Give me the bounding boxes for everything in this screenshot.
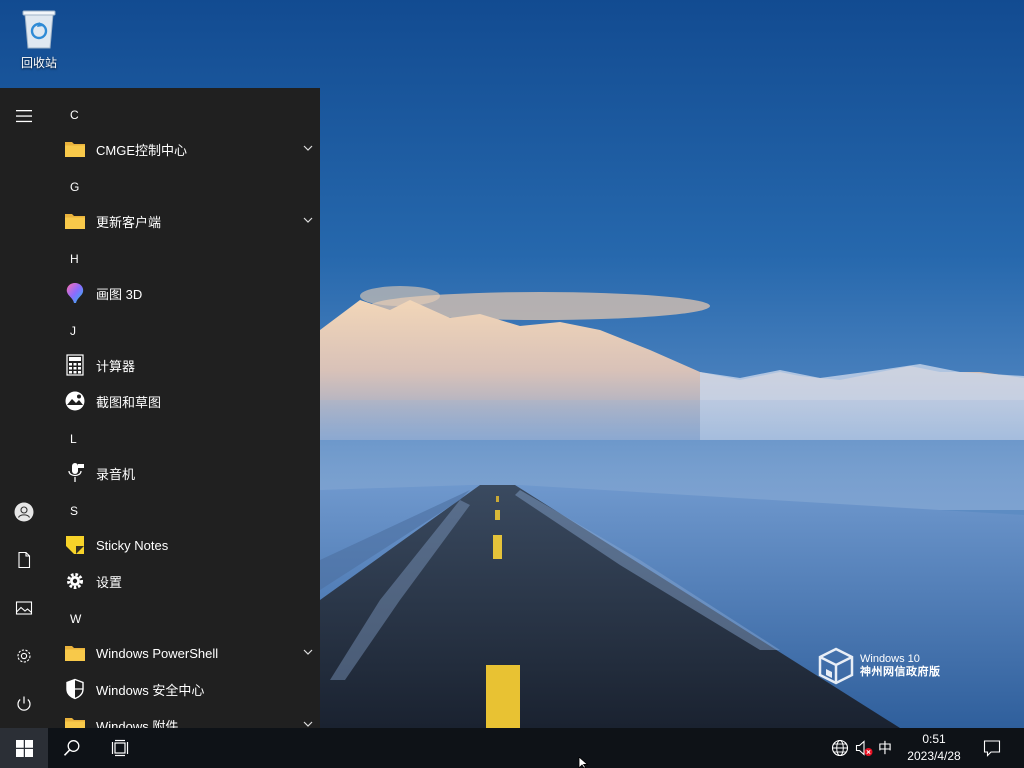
start-menu-rail xyxy=(0,88,48,728)
action-center-button[interactable] xyxy=(976,728,1008,768)
chevron-down-icon[interactable] xyxy=(302,718,314,728)
shield-icon xyxy=(64,678,86,700)
start-menu: C CMGE控制中心 G 更新客户端 H 画图 3D J 计算器 截图和草图 L… xyxy=(0,88,320,728)
app-list[interactable]: C CMGE控制中心 G 更新客户端 H 画图 3D J 计算器 截图和草图 L… xyxy=(48,88,320,728)
app-item-cmge-control-center[interactable]: CMGE控制中心 xyxy=(64,133,314,165)
app-item-label: 画图 3D xyxy=(96,286,143,302)
app-item-windows-powershell[interactable]: Windows PowerShell xyxy=(64,637,314,669)
clock[interactable]: 0:51 2023/4/28 xyxy=(898,731,970,765)
expand-menu-button[interactable] xyxy=(0,92,48,140)
chevron-down-icon[interactable] xyxy=(302,142,314,154)
voice-recorder-icon xyxy=(64,462,86,484)
app-item-label: 计算器 xyxy=(96,358,136,374)
power-icon xyxy=(17,696,31,711)
snip-sketch-icon xyxy=(64,390,86,412)
app-item-windows-accessories[interactable]: Windows 附件 xyxy=(64,709,314,728)
app-item-label: Sticky Notes xyxy=(96,537,169,553)
chevron-down-icon[interactable] xyxy=(302,214,314,226)
recycle-bin-shortcut[interactable]: 回收站 xyxy=(8,6,70,78)
app-item-snip-and-sketch[interactable]: 截图和草图 xyxy=(64,385,314,417)
volume-muted-icon[interactable] xyxy=(855,739,873,757)
shenzhou-logo-icon xyxy=(818,647,854,685)
task-view-button[interactable] xyxy=(96,728,144,768)
app-item-paint-3d[interactable]: 画图 3D xyxy=(64,277,314,309)
user-account-button[interactable] xyxy=(0,488,48,536)
group-header-w[interactable]: W xyxy=(70,609,81,629)
app-item-windows-security[interactable]: Windows 安全中心 xyxy=(64,673,314,705)
watermark-line-1: Windows 10 xyxy=(860,653,920,665)
clock-date: 2023/4/28 xyxy=(907,749,961,763)
recycle-bin-label: 回收站 xyxy=(20,56,57,70)
calculator-icon xyxy=(64,354,86,376)
group-header-c[interactable]: C xyxy=(70,105,79,125)
search-button[interactable] xyxy=(48,728,96,768)
app-item-label: 更新客户端 xyxy=(96,214,162,230)
group-header-s[interactable]: S xyxy=(70,501,78,521)
app-item-label: Windows 附件 xyxy=(96,718,179,729)
start-button[interactable] xyxy=(0,728,48,768)
pictures-icon xyxy=(15,601,33,615)
documents-button[interactable] xyxy=(0,536,48,584)
recycle-bin-icon xyxy=(19,6,59,50)
search-icon xyxy=(63,740,80,756)
app-item-voice-recorder[interactable]: 录音机 xyxy=(64,457,314,489)
group-header-h[interactable]: H xyxy=(70,249,79,269)
app-item-label: 设置 xyxy=(96,574,123,590)
app-item-label: 录音机 xyxy=(96,466,136,482)
app-item-label: 截图和草图 xyxy=(96,394,162,410)
hamburger-icon xyxy=(16,110,32,123)
group-header-l[interactable]: L xyxy=(70,429,77,449)
mouse-cursor-icon xyxy=(578,757,589,768)
app-item-calculator[interactable]: 计算器 xyxy=(64,349,314,381)
task-view-icon xyxy=(111,739,129,757)
group-header-j[interactable]: J xyxy=(70,321,76,341)
app-item-sticky-notes[interactable]: Sticky Notes xyxy=(64,529,314,561)
group-header-g[interactable]: G xyxy=(70,177,79,197)
folder-icon xyxy=(64,138,86,160)
notification-icon xyxy=(983,740,1001,757)
app-item-label: CMGE控制中心 xyxy=(96,142,188,158)
gear-icon xyxy=(64,570,86,592)
pictures-button[interactable] xyxy=(0,584,48,632)
folder-icon xyxy=(64,642,86,664)
app-item-label: Windows PowerShell xyxy=(96,645,219,661)
ime-indicator[interactable]: 中 xyxy=(878,738,892,758)
folder-icon xyxy=(64,714,86,728)
sticky-notes-icon xyxy=(64,534,86,556)
folder-icon xyxy=(64,210,86,232)
app-item-update-client[interactable]: 更新客户端 xyxy=(64,205,314,237)
document-icon xyxy=(18,551,31,569)
power-button[interactable] xyxy=(0,680,48,728)
user-icon xyxy=(14,502,34,522)
settings-button[interactable] xyxy=(0,632,48,680)
taskbar: 中 0:51 2023/4/28 xyxy=(0,728,1024,768)
app-item-settings[interactable]: 设置 xyxy=(64,565,314,597)
watermark-line-2: 神州网信政府版 xyxy=(860,666,941,678)
globe-icon[interactable] xyxy=(831,739,849,757)
windows-logo-icon xyxy=(15,739,33,757)
chevron-down-icon[interactable] xyxy=(302,646,314,658)
app-item-label: Windows 安全中心 xyxy=(96,682,205,698)
clock-time: 0:51 xyxy=(922,732,946,746)
gear-icon xyxy=(17,649,31,663)
paint3d-icon xyxy=(64,282,86,304)
windows-edition-watermark: Windows 10 神州网信政府版 xyxy=(818,645,958,687)
